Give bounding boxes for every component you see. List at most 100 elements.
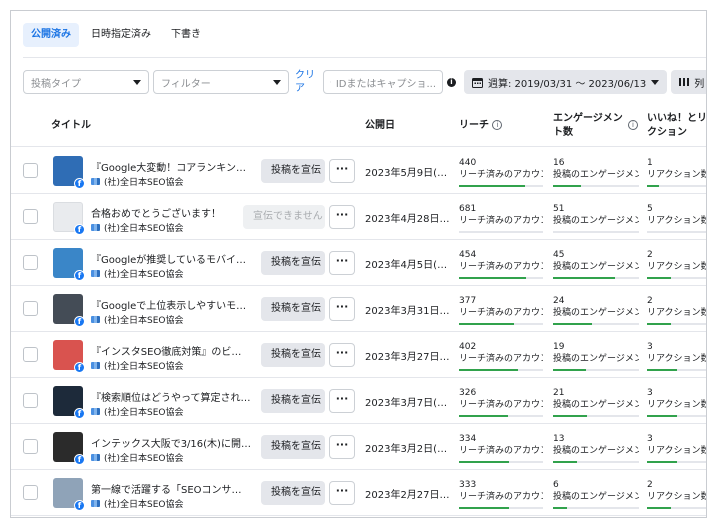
post-title[interactable]: 合格おめでとうございます！ (91, 205, 251, 220)
more-options-button[interactable]: ··· (329, 159, 355, 183)
reach-label: リーチ済みのアカウン... (459, 492, 543, 502)
reactions-bar-fill (647, 507, 671, 509)
engagement-label: 投稿のエンゲージメント (553, 400, 639, 410)
reactions-value: 2 (647, 296, 653, 306)
post-title[interactable]: 『検索順位はどうやって算定されるの... (91, 389, 251, 404)
reactions-bar (647, 231, 706, 233)
columns-icon (679, 78, 690, 86)
row-checkbox[interactable] (23, 163, 38, 178)
row-checkbox[interactable] (23, 393, 38, 408)
boost-post-button[interactable]: 投稿を宣伝 (261, 389, 325, 413)
date-range-button[interactable]: 週算: 2019/03/31 〜 2023/06/13 (464, 70, 668, 94)
facebook-icon: f (74, 270, 85, 281)
tab-scheduled[interactable]: 日時指定済み (83, 23, 159, 47)
search-input[interactable]: IDまたはキャプショ... (323, 70, 443, 94)
columns-button[interactable]: 列 (671, 70, 706, 94)
reactions-bar (647, 277, 706, 279)
engagement-metric: 16 投稿のエンゲージメント (553, 157, 639, 181)
reactions-bar (647, 415, 706, 417)
boost-post-button[interactable]: 投稿を宣伝 (261, 159, 325, 183)
post-account: (社)全日本SEO協会 (91, 313, 184, 326)
row-checkbox[interactable] (23, 255, 38, 270)
post-type-dropdown[interactable]: 投稿タイプ (23, 70, 149, 94)
reach-metric: 334 リーチ済みのアカウン... (459, 433, 543, 457)
reactions-value: 2 (647, 250, 653, 260)
tab-drafts[interactable]: 下書き (163, 23, 209, 47)
engagement-label: 投稿のエンゲージメント (553, 308, 639, 318)
post-title[interactable]: 『Googleで上位表示しやすいモバイル... (91, 297, 251, 312)
engagement-metric: 45 投稿のエンゲージメント (553, 249, 639, 273)
reach-bar-fill (459, 277, 527, 279)
post-title[interactable]: 『Googleが推奨しているモバイル対応... (91, 251, 251, 266)
engagement-label: 投稿のエンゲージメント (553, 262, 639, 272)
row-checkbox[interactable] (23, 301, 38, 316)
publish-date: 2023年5月9日(火) ... (365, 168, 451, 179)
boost-post-button[interactable]: 投稿を宣伝 (261, 297, 325, 321)
post-title[interactable]: インテックス大阪で3/16(木)に開催され... (91, 435, 251, 450)
reach-bar-fill (459, 507, 509, 509)
reactions-value: 5 (647, 204, 653, 214)
post-title[interactable]: 『インスタSEO徹底対策』のビデオ講... (91, 343, 251, 358)
info-icon[interactable]: i (447, 77, 456, 87)
post-title[interactable]: 『Google大変動！コアランキングシス... (91, 159, 251, 174)
more-options-button[interactable]: ··· (329, 389, 355, 413)
row-checkbox[interactable] (23, 347, 38, 362)
engagement-metric: 13 投稿のエンゲージメント (553, 433, 639, 457)
account-name: (社)全日本SEO協会 (104, 500, 184, 510)
info-icon[interactable]: i (628, 120, 638, 130)
more-options-button[interactable]: ··· (329, 205, 355, 229)
boost-post-button[interactable]: 投稿を宣伝 (261, 435, 325, 459)
header-engagement: エンゲージメン ト数 (553, 112, 633, 140)
boost-post-button[interactable]: 投稿を宣伝 (261, 343, 325, 367)
reactions-metric: 3 リアクション数 (647, 433, 706, 457)
reactions-bar (647, 461, 706, 463)
more-options-button[interactable]: ··· (329, 435, 355, 459)
reactions-metric: 3 リアクション数 (647, 387, 706, 411)
info-icon[interactable]: i (492, 120, 503, 130)
post-title[interactable]: 第一線で活躍する「SEOコンサルティン... (91, 481, 251, 496)
engagement-bar-fill (553, 185, 581, 187)
clear-link[interactable]: クリア (295, 69, 317, 95)
more-options-button[interactable]: ··· (329, 481, 355, 505)
filter-dropdown[interactable]: フィルター (153, 70, 289, 94)
engagement-bar (553, 185, 639, 187)
more-options-button[interactable]: ··· (329, 297, 355, 321)
engagement-label: 投稿のエンゲージメント (553, 492, 639, 502)
header-reactions: いいね！とリア クション (647, 112, 706, 140)
row-checkbox[interactable] (23, 485, 38, 500)
publish-date: 2023年2月27日(月... (365, 490, 451, 501)
engagement-bar (553, 369, 639, 371)
reactions-metric: 5 リアクション数 (647, 203, 706, 227)
reactions-label: リアクション数 (647, 262, 707, 272)
account-logo-icon (91, 362, 100, 369)
facebook-icon: f (74, 316, 85, 327)
filter-label: フィルター (161, 78, 211, 90)
header-engagement-line1: エンゲージメン (553, 113, 623, 124)
chevron-down-icon (273, 79, 281, 85)
reactions-bar (647, 507, 706, 509)
facebook-icon: f (74, 362, 85, 373)
table-row: f 『Google大変動！コアランキングシス... (社)全日本SEO協会 投稿を宣伝… (11, 148, 706, 194)
engagement-value: 21 (553, 388, 565, 398)
reach-bar (459, 507, 543, 509)
reach-label: リーチ済みのアカウン... (459, 446, 543, 456)
reactions-metric: 2 リアクション数 (647, 249, 707, 273)
reactions-label: リアクション数 (647, 170, 707, 180)
reach-bar (459, 277, 543, 279)
tab-published[interactable]: 公開済み (23, 23, 79, 47)
boost-post-button[interactable]: 投稿を宣伝 (261, 251, 325, 275)
account-name: (社)全日本SEO協会 (104, 408, 184, 418)
engagement-metric: 24 投稿のエンゲージメント (553, 295, 639, 319)
more-options-button[interactable]: ··· (329, 343, 355, 367)
account-name: (社)全日本SEO協会 (104, 270, 184, 280)
search-placeholder: IDまたはキャプショ... (335, 78, 436, 90)
publish-date: 2023年3月31日(金... (365, 306, 451, 317)
more-options-button[interactable]: ··· (329, 251, 355, 275)
row-checkbox[interactable] (23, 209, 38, 224)
row-checkbox[interactable] (23, 439, 38, 454)
boost-post-button[interactable]: 投稿を宣伝 (261, 481, 325, 505)
reach-metric: 681 リーチ済みのアカウン... (459, 203, 543, 227)
reach-bar (459, 415, 543, 417)
engagement-metric: 19 投稿のエンゲージメント (553, 341, 639, 365)
reactions-value: 3 (647, 434, 653, 444)
